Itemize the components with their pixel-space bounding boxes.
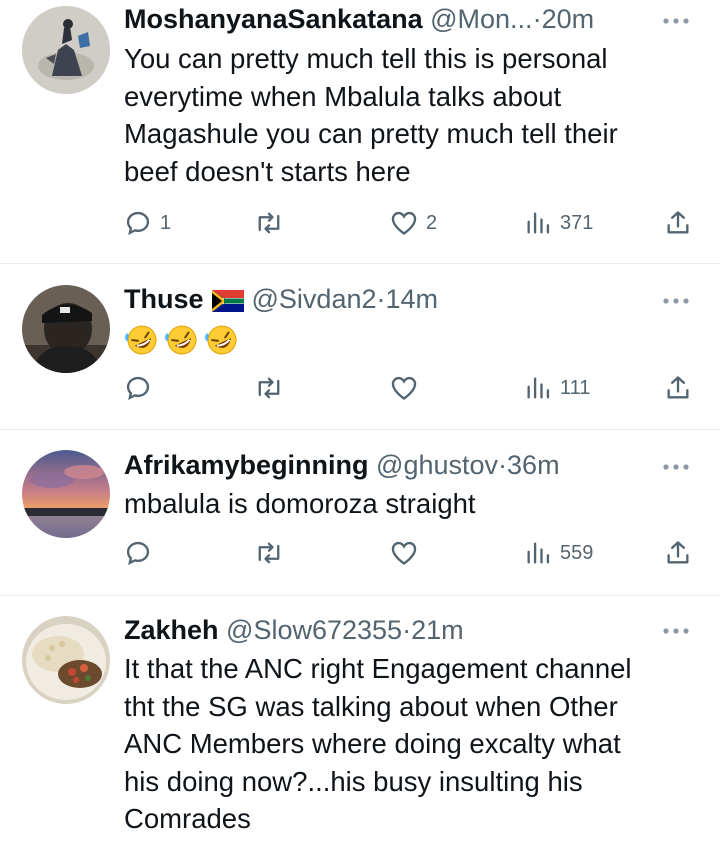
avatar-image <box>22 450 110 538</box>
tweet-text <box>124 324 240 356</box>
timestamp[interactable]: 20m <box>542 4 595 34</box>
more-icon[interactable] <box>662 296 690 306</box>
like-button[interactable] <box>390 368 418 408</box>
avatar-image <box>22 6 110 94</box>
views-count: 559 <box>560 541 594 564</box>
tweet-header: Thuse @Sivdan2·14m <box>124 281 640 317</box>
like-button[interactable] <box>390 533 418 573</box>
avatar-image <box>22 285 110 373</box>
tweet[interactable]: MoshanyanaSankatana @Mon...·20m You can … <box>0 0 720 264</box>
like-count: 2 <box>426 211 438 234</box>
views-button[interactable]: 371 <box>524 203 593 243</box>
display-name[interactable]: Thuse <box>124 284 204 314</box>
tweet-text-line: Comrades <box>124 803 251 834</box>
reply-icon <box>126 211 150 236</box>
avatar[interactable] <box>22 450 110 538</box>
tweet-text-line: You can pretty much tell this is persona… <box>124 43 608 74</box>
share-button[interactable] <box>664 203 692 243</box>
reply-button[interactable]: 1 <box>124 203 171 243</box>
separator-dot: · <box>532 4 542 34</box>
more-icon[interactable] <box>662 462 690 472</box>
avatar[interactable] <box>22 6 110 94</box>
display-name[interactable]: Afrikamybeginning <box>124 450 369 480</box>
tweet-text-line: Magashule you can pretty much tell their <box>124 118 618 149</box>
views-icon <box>527 542 550 564</box>
separator-dot: · <box>498 450 508 480</box>
retweet-icon <box>258 212 280 234</box>
retweet-icon <box>258 542 280 564</box>
views-icon <box>527 212 550 234</box>
tweet-text-line: ANC Members where doing excalty what <box>124 728 621 759</box>
like-icon <box>391 211 417 235</box>
like-icon <box>391 541 417 565</box>
tweet-text-line: everytime when Mbalula talks about <box>124 80 562 112</box>
views-count: 371 <box>560 211 594 234</box>
rolling-on-floor-laughing-icon <box>205 325 237 355</box>
retweet-button[interactable] <box>254 368 284 408</box>
separator-dot: · <box>402 615 412 645</box>
share-icon <box>667 211 689 234</box>
action-bar: 1 2 371 <box>124 203 698 243</box>
reply-button[interactable] <box>124 368 152 408</box>
tweet[interactable]: Afrikamybeginning @ghustov·36m mbalula i… <box>0 430 720 596</box>
tweet-header: Zakheh @Slow672355·21m <box>124 612 640 648</box>
timestamp[interactable]: 21m <box>411 615 464 645</box>
tweet-header: MoshanyanaSankatana @Mon...·20m <box>124 1 640 37</box>
like-button[interactable]: 2 <box>390 203 437 243</box>
share-button[interactable] <box>664 368 692 408</box>
action-bar: 111 <box>124 368 698 408</box>
user-handle[interactable]: @Sivdan2 <box>252 284 377 314</box>
separator-dot: · <box>376 284 386 314</box>
action-bar: 559 <box>124 533 698 573</box>
avatar-image <box>22 616 110 704</box>
views-button[interactable]: 111 <box>524 368 590 408</box>
like-icon <box>391 376 417 400</box>
user-handle[interactable]: @ghustov <box>376 450 498 480</box>
user-handle[interactable]: @Mon... <box>430 4 532 34</box>
tweet[interactable]: Thuse @Sivdan2·14m 111 <box>0 264 720 430</box>
avatar[interactable] <box>22 616 110 704</box>
display-name[interactable]: Zakheh <box>124 615 219 645</box>
rolling-on-floor-laughing-icon <box>125 325 157 355</box>
retweet-icon <box>258 377 280 399</box>
more-icon[interactable] <box>662 626 690 636</box>
views-button[interactable]: 559 <box>524 533 593 573</box>
retweet-button[interactable] <box>254 203 284 243</box>
tweet-text: It that the ANC right Engagement channel… <box>124 650 680 838</box>
more-icon[interactable] <box>662 16 690 26</box>
share-button[interactable] <box>664 533 692 573</box>
display-name[interactable]: MoshanyanaSankatana <box>124 4 423 34</box>
tweet-text: You can pretty much tell this is persona… <box>124 40 680 190</box>
tweet-text-line: tht the SG was talking about when Other <box>124 690 618 722</box>
tweet-text-line: beef doesn't starts here <box>124 155 411 187</box>
reply-count: 1 <box>160 211 172 234</box>
tweet-text-line: mbalula is domoroza straight <box>124 488 476 519</box>
timestamp[interactable]: 36m <box>507 450 560 480</box>
views-count: 111 <box>560 376 591 399</box>
user-handle[interactable]: @Slow672355 <box>226 615 402 645</box>
tweet-text-line: It that the ANC right Engagement channel <box>124 653 632 684</box>
views-icon <box>527 377 550 399</box>
avatar[interactable] <box>22 285 110 373</box>
tweet-text-line: his doing now?...his busy insulting his <box>124 765 583 797</box>
retweet-button[interactable] <box>254 533 284 573</box>
share-icon <box>667 376 689 399</box>
south-africa-flag-icon <box>211 290 244 312</box>
reply-icon <box>126 376 150 401</box>
reply-button[interactable] <box>124 533 152 573</box>
tweet-header: Afrikamybeginning @ghustov·36m <box>124 447 640 483</box>
reply-icon <box>126 541 150 566</box>
timestamp[interactable]: 14m <box>386 284 439 314</box>
tweet-text: mbalula is domoroza straight <box>124 485 680 523</box>
tweet[interactable]: Zakheh @Slow672355·21m It that the ANC r… <box>0 596 720 841</box>
share-icon <box>667 541 689 564</box>
rolling-on-floor-laughing-icon <box>165 325 197 355</box>
